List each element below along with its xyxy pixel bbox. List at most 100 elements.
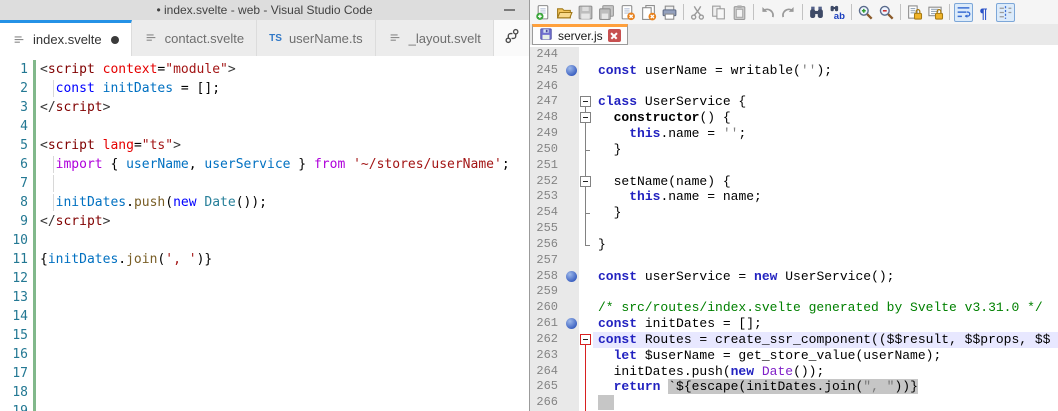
show-all-chars-icon[interactable]: ¶ xyxy=(975,3,994,22)
close-doc-icon[interactable] xyxy=(618,3,637,22)
code-line: 252 setName(name) { xyxy=(530,173,1058,190)
svelte-file-icon xyxy=(144,31,158,45)
line-number: 263 xyxy=(530,347,564,364)
line-number: 248 xyxy=(530,110,564,127)
code-line: 14 xyxy=(0,307,529,326)
line-number: 258 xyxy=(530,268,564,285)
ts-icon: TS xyxy=(269,32,282,44)
bookmark-margin xyxy=(564,94,579,111)
code-line: 18 xyxy=(0,383,529,402)
gutter-added-indicator xyxy=(28,231,40,250)
tab-label: server.js xyxy=(558,28,603,43)
tab-username-ts[interactable]: TS userName.ts xyxy=(257,20,376,56)
sync-scroll-h-icon[interactable] xyxy=(926,3,945,22)
gutter-added-indicator xyxy=(28,269,40,288)
fold-margin xyxy=(579,316,593,332)
code-text: } xyxy=(598,141,622,157)
tab-contact-svelte[interactable]: contact.svelte xyxy=(131,20,258,56)
bookmark-margin xyxy=(564,363,579,380)
copy-icon[interactable] xyxy=(709,3,728,22)
sync-scroll-v-icon[interactable] xyxy=(905,3,924,22)
bookmark-margin xyxy=(564,110,579,127)
indent-guide-line xyxy=(53,175,54,192)
print-icon[interactable] xyxy=(660,3,679,22)
code-line: 16 xyxy=(0,345,529,364)
save-all-icon[interactable] xyxy=(597,3,616,22)
bookmark-margin xyxy=(564,189,579,206)
fold-margin xyxy=(579,157,593,174)
code-line: 261 const initDates = []; xyxy=(530,316,1058,332)
tab-server-js[interactable]: server.js xyxy=(532,24,628,45)
tab-index-svelte[interactable]: index.svelte xyxy=(0,20,132,56)
new-file-icon[interactable] xyxy=(534,3,553,22)
code-line: 19 xyxy=(0,402,529,411)
fold-collapse-icon[interactable] xyxy=(580,112,591,124)
line-number: 9 xyxy=(20,214,28,229)
line-number: 260 xyxy=(530,300,564,317)
code-line: 259 xyxy=(530,284,1058,301)
close-all-docs-icon[interactable] xyxy=(639,3,658,22)
line-number: 253 xyxy=(530,189,564,206)
open-changes-icon[interactable] xyxy=(503,27,521,50)
fold-collapse-icon[interactable] xyxy=(580,333,591,345)
cut-icon[interactable] xyxy=(688,3,707,22)
window-title: • index.svelte - web - Visual Studio Cod… xyxy=(156,3,373,17)
indent-guide-icon[interactable] xyxy=(996,2,1015,22)
fold-margin xyxy=(579,47,593,63)
bookmark-margin xyxy=(564,157,579,174)
code-text: initDates.push(new Date()); xyxy=(55,195,268,210)
line-number: 265 xyxy=(530,379,564,396)
word-wrap-icon[interactable] xyxy=(954,2,973,22)
line-number: 4 xyxy=(20,119,28,134)
bookmark-margin xyxy=(564,316,579,332)
indent-guide-line xyxy=(53,194,54,211)
line-number: 247 xyxy=(530,94,564,111)
svg-text:¶: ¶ xyxy=(980,4,988,20)
code-line: 249 this.name = ''; xyxy=(530,126,1058,142)
tab--layout-svelt[interactable]: _layout.svelt xyxy=(375,20,494,56)
code-text: } xyxy=(598,205,622,221)
notepadpp-toolbar: ab ¶ xyxy=(530,0,1058,24)
redo-icon[interactable] xyxy=(779,3,798,22)
save-icon[interactable] xyxy=(576,3,595,22)
code-line: 17 xyxy=(0,364,529,383)
code-text: return `${escape(initDates.join(", "))} xyxy=(613,379,918,395)
gutter-added-indicator xyxy=(28,383,40,402)
line-number: 19 xyxy=(0,402,28,411)
zoom-in-icon[interactable] xyxy=(856,3,875,22)
line-number: 12 xyxy=(12,271,28,286)
fold-collapse-icon[interactable] xyxy=(580,96,591,108)
paste-icon[interactable] xyxy=(730,3,749,22)
minimize-icon[interactable] xyxy=(504,9,515,11)
notepadpp-editor[interactable]: 244 245 const userName = writable(''); 246 2… xyxy=(530,45,1058,411)
fold-margin xyxy=(579,78,593,95)
line-number: 245 xyxy=(530,62,564,79)
code-line: 245 const userName = writable(''); xyxy=(530,62,1058,79)
line-number: 262 xyxy=(530,331,564,348)
zoom-out-icon[interactable] xyxy=(877,3,896,22)
fold-collapse-icon[interactable] xyxy=(580,175,591,187)
find-icon[interactable] xyxy=(807,3,826,22)
open-folder-icon[interactable] xyxy=(555,3,574,22)
bookmark-margin xyxy=(564,379,579,396)
close-tab-icon[interactable] xyxy=(607,29,621,42)
gutter-added-indicator xyxy=(28,79,40,98)
undo-icon[interactable] xyxy=(758,3,777,22)
svelte-file-icon xyxy=(12,33,26,47)
gutter-added-indicator xyxy=(28,250,40,269)
modified-dot-icon[interactable] xyxy=(110,35,119,44)
gutter-added-indicator xyxy=(28,288,40,307)
gutter-added-indicator xyxy=(28,155,40,174)
gutter-added-indicator xyxy=(28,326,40,345)
code-line: 246 xyxy=(530,78,1058,95)
code-line: 3 </script> xyxy=(0,98,529,117)
vscode-editor[interactable]: 1 <script context="module"> 2 const initDa… xyxy=(0,56,529,411)
vscode-title-bar: • index.svelte - web - Visual Studio Cod… xyxy=(0,0,529,20)
replace-icon[interactable]: ab xyxy=(828,3,847,22)
